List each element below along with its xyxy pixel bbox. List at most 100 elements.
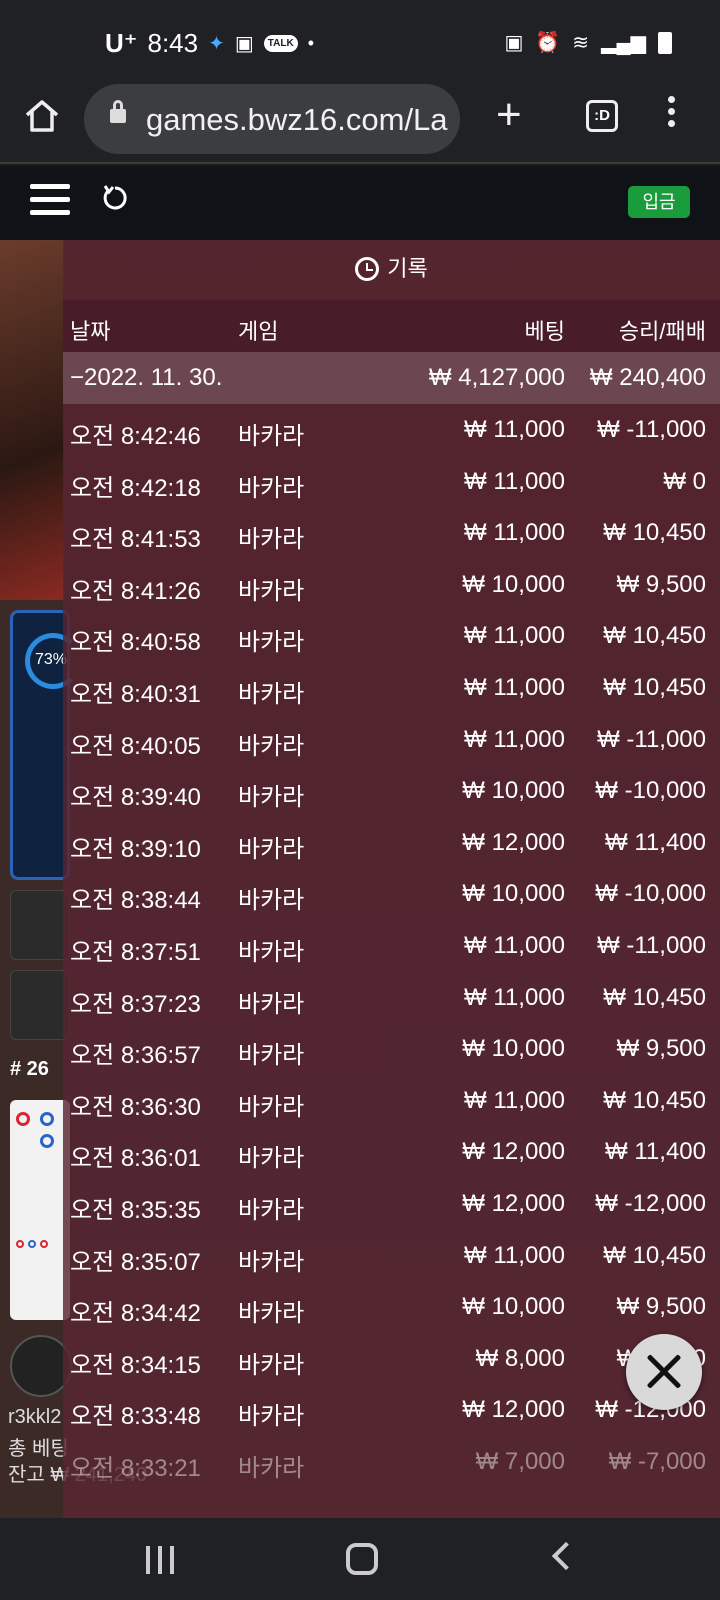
row-bet: ₩ 11,000 <box>464 673 565 701</box>
row-winloss: ₩ 11,400 <box>605 1138 706 1166</box>
row-game: 바카라 <box>238 1145 305 1173</box>
row-game: 바카라 <box>238 938 305 966</box>
row-winloss: ₩ 10,450 <box>603 1241 706 1269</box>
row-winloss: ₩ 10,450 <box>603 673 706 701</box>
row-winloss: ₩ 10,450 <box>603 1086 706 1114</box>
row-time: 오전 8:39:10 <box>70 835 201 863</box>
column-game: 게임 <box>238 319 279 344</box>
history-row: 오전 8:36:57 바카라 ₩ 10,000 ₩ 9,500 <box>63 1023 720 1075</box>
talk-icon: TALK <box>263 35 298 52</box>
browser-toolbar: games.bwz16.com/La + :D <box>0 78 720 164</box>
history-title: 기록 <box>63 240 720 300</box>
hamburger-menu-icon[interactable] <box>30 184 70 218</box>
history-row: 오전 8:40:31 바카라 ₩ 11,000 ₩ 10,450 <box>63 662 720 714</box>
home-button[interactable] <box>346 1543 378 1575</box>
tab-switcher-button[interactable]: :D <box>586 100 618 132</box>
row-winloss: ₩ 11,400 <box>605 828 706 856</box>
row-winloss: ₩ 0 <box>663 467 706 495</box>
row-time: 오전 8:33:48 <box>70 1403 201 1431</box>
row-time: 오전 8:34:15 <box>70 1351 201 1379</box>
game-side-panel: 73% # 26 r3kkl2 총 베팅 잔고 ₩ 241,240 <box>0 240 147 1518</box>
row-game: 바카라 <box>238 732 305 760</box>
browser-menu-button[interactable] <box>666 96 676 136</box>
row-winloss: ₩ 10,450 <box>603 519 706 547</box>
row-winloss: ₩ -12,000 <box>595 1189 706 1217</box>
row-time: 오전 8:37:23 <box>70 990 201 1018</box>
bead-road <box>10 1100 70 1320</box>
history-title-text: 기록 <box>387 256 428 281</box>
username-text: r3kkl2 <box>8 1406 62 1428</box>
close-button[interactable] <box>626 1334 702 1410</box>
row-time: 오전 8:37:51 <box>70 938 201 966</box>
history-row: 오전 8:33:48 바카라 ₩ 12,000 ₩ -12,000 <box>63 1384 720 1436</box>
row-time: 오전 8:42:18 <box>70 474 201 502</box>
url-text: games.bwz16.com/La <box>146 102 448 137</box>
row-bet: ₩ 11,000 <box>464 467 565 495</box>
row-time: 오전 8:42:46 <box>70 423 201 450</box>
row-game: 바카라 <box>238 526 305 554</box>
refresh-icon[interactable] <box>100 183 130 213</box>
column-bet: 베팅 <box>524 319 565 344</box>
history-row: 오전 8:38:44 바카라 ₩ 10,000 ₩ -10,000 <box>63 868 720 920</box>
address-bar[interactable]: games.bwz16.com/La <box>84 84 460 154</box>
row-time: 오전 8:38:44 <box>70 887 201 915</box>
row-winloss: ₩ 10,450 <box>603 983 706 1011</box>
history-row: 오전 8:34:42 바카라 ₩ 10,000 ₩ 9,500 <box>63 1281 720 1333</box>
column-winloss: 승리/패배 <box>618 319 706 344</box>
row-game: 바카라 <box>238 474 305 502</box>
row-bet: ₩ 11,000 <box>464 519 565 547</box>
history-panel: 기록 날짜 게임 베팅 승리/패배 −2022. 11. 30. ₩ 4,127… <box>63 240 720 1518</box>
spark-icon: ✦ <box>208 33 225 55</box>
recent-apps-button[interactable] <box>146 1546 176 1574</box>
back-button[interactable] <box>551 1541 581 1571</box>
summary-date: −2022. 11. 30. <box>70 364 223 391</box>
date-summary-row[interactable]: −2022. 11. 30. ₩ 4,127,000 ₩ 240,400 <box>63 352 720 404</box>
signal-icon: ▂▄▆ <box>601 32 646 54</box>
row-winloss: ₩ 9,500 <box>616 1293 706 1321</box>
system-nav-bar <box>0 1518 720 1600</box>
column-date: 날짜 <box>70 319 111 344</box>
row-game: 바카라 <box>238 1300 305 1328</box>
status-bar: U⁺ 8:43 ✦ ▣ TALK • ▣ ⏰ ≋ ▂▄▆ <box>0 0 720 88</box>
history-row: 오전 8:41:53 바카라 ₩ 11,000 ₩ 10,450 <box>63 507 720 559</box>
game-header: 입금 <box>0 166 720 240</box>
gallery-icon: ▣ <box>234 33 254 55</box>
row-bet: ₩ 11,000 <box>464 983 565 1011</box>
row-bet: ₩ 12,000 <box>462 1138 565 1166</box>
history-row: 오전 8:36:01 바카라 ₩ 12,000 ₩ 11,400 <box>63 1126 720 1178</box>
row-time: 오전 8:36:01 <box>70 1145 201 1173</box>
lock-icon <box>110 100 126 123</box>
row-game: 바카라 <box>238 887 305 915</box>
summary-bet: ₩ 4,127,000 <box>428 364 565 391</box>
row-time: 오전 8:35:35 <box>70 1196 201 1224</box>
row-time: 오전 8:40:31 <box>70 680 201 708</box>
row-winloss: ₩ -11,000 <box>597 725 706 753</box>
history-row: 오전 8:42:46 바카라 ₩ 11,000 ₩ -11,000 <box>63 404 720 456</box>
deposit-button[interactable]: 입금 <box>628 186 690 218</box>
new-tab-button[interactable]: + <box>496 90 522 140</box>
row-winloss: ₩ 9,500 <box>616 1035 706 1063</box>
row-bet: ₩ 12,000 <box>462 1189 565 1217</box>
row-winloss: ₩ -11,000 <box>597 416 706 443</box>
row-winloss: ₩ -10,000 <box>595 777 706 805</box>
row-game: 바카라 <box>238 577 305 605</box>
home-icon[interactable] <box>22 96 62 136</box>
history-row: 오전 8:40:05 바카라 ₩ 11,000 ₩ -11,000 <box>63 714 720 766</box>
row-time: 오전 8:40:58 <box>70 629 201 657</box>
row-bet: ₩ 10,000 <box>462 570 565 598</box>
row-time: 오전 8:34:42 <box>70 1300 201 1328</box>
row-bet: ₩ 11,000 <box>464 622 565 650</box>
row-winloss: ₩ -10,000 <box>595 880 706 908</box>
row-game: 바카라 <box>238 1196 305 1224</box>
banker-button[interactable] <box>10 970 70 1040</box>
row-game: 바카라 <box>238 1248 305 1276</box>
player-button[interactable] <box>10 890 70 960</box>
row-time: 오전 8:35:07 <box>70 1248 201 1276</box>
row-bet: ₩ 8,000 <box>475 1344 565 1372</box>
history-row: 오전 8:33:21 바카라 ₩ 7,000 ₩ -7,000 <box>63 1436 720 1488</box>
history-row: 오전 8:36:30 바카라 ₩ 11,000 ₩ 10,450 <box>63 1075 720 1127</box>
progress-card: 73% <box>10 610 81 880</box>
row-game: 바카라 <box>238 1093 305 1121</box>
table-number: # 26 <box>10 1058 49 1080</box>
row-time: 오전 8:40:05 <box>70 732 201 760</box>
